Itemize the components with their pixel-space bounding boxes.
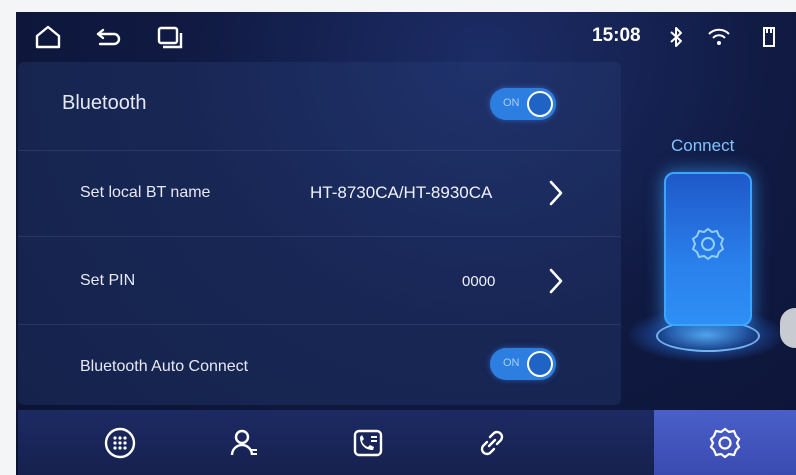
chevron-right-icon[interactable] <box>546 266 566 296</box>
contacts-icon <box>230 429 257 455</box>
auto-connect-row: Bluetooth Auto Connect ON <box>18 324 621 405</box>
set-pin-label: Set PIN <box>80 272 136 289</box>
dialpad-icon <box>104 427 136 458</box>
set-bt-name-row[interactable]: Set local BT name HT-8730CA/HT-8930CA <box>18 150 621 237</box>
set-pin-row[interactable]: Set PIN 0000 <box>18 236 621 325</box>
back-icon[interactable] <box>94 25 122 49</box>
pin-value: 0000 <box>462 273 496 290</box>
nav-call-log[interactable] <box>306 410 430 475</box>
settings-gear-icon <box>691 227 725 261</box>
bluetooth-icon <box>666 25 686 49</box>
recent-apps-icon[interactable] <box>156 25 184 49</box>
link-icon <box>480 430 504 455</box>
status-bar: 15:08 <box>16 12 796 62</box>
settings-icon <box>709 427 741 458</box>
nav-contacts[interactable] <box>182 410 306 475</box>
connect-label: Connect <box>671 136 735 155</box>
auto-connect-toggle[interactable]: ON <box>490 348 556 380</box>
bluetooth-toggle[interactable]: ON <box>490 88 556 120</box>
home-icon[interactable] <box>34 25 62 49</box>
clock: 15:08 <box>592 25 641 46</box>
car-head-unit-screen: 15:08 Bluetooth ON Set local BT name HT-… <box>16 12 796 475</box>
chevron-right-icon[interactable] <box>546 178 566 208</box>
bluetooth-toggle-text: ON <box>503 97 520 109</box>
auto-connect-toggle-text: ON <box>503 357 520 369</box>
toggle-knob <box>527 351 553 377</box>
nav-link[interactable] <box>430 410 554 475</box>
sd-card-icon <box>760 25 778 49</box>
connect-phone-button[interactable] <box>664 172 752 326</box>
call-log-icon <box>353 429 383 456</box>
side-drawer-handle[interactable] <box>780 308 796 348</box>
nav-settings[interactable] <box>654 410 796 475</box>
nav-dialpad[interactable] <box>58 410 182 475</box>
bluetooth-row: Bluetooth ON <box>18 62 621 151</box>
bt-name-value: HT-8730CA/HT-8930CA <box>310 183 493 202</box>
set-bt-name-label: Set local BT name <box>80 184 211 201</box>
auto-connect-label: Bluetooth Auto Connect <box>80 358 249 375</box>
bluetooth-settings-panel: Bluetooth ON Set local BT name HT-8730CA… <box>18 62 621 405</box>
wifi-icon <box>706 25 732 49</box>
bottom-nav <box>18 410 796 475</box>
toggle-knob <box>527 91 553 117</box>
bluetooth-label: Bluetooth <box>62 92 147 114</box>
